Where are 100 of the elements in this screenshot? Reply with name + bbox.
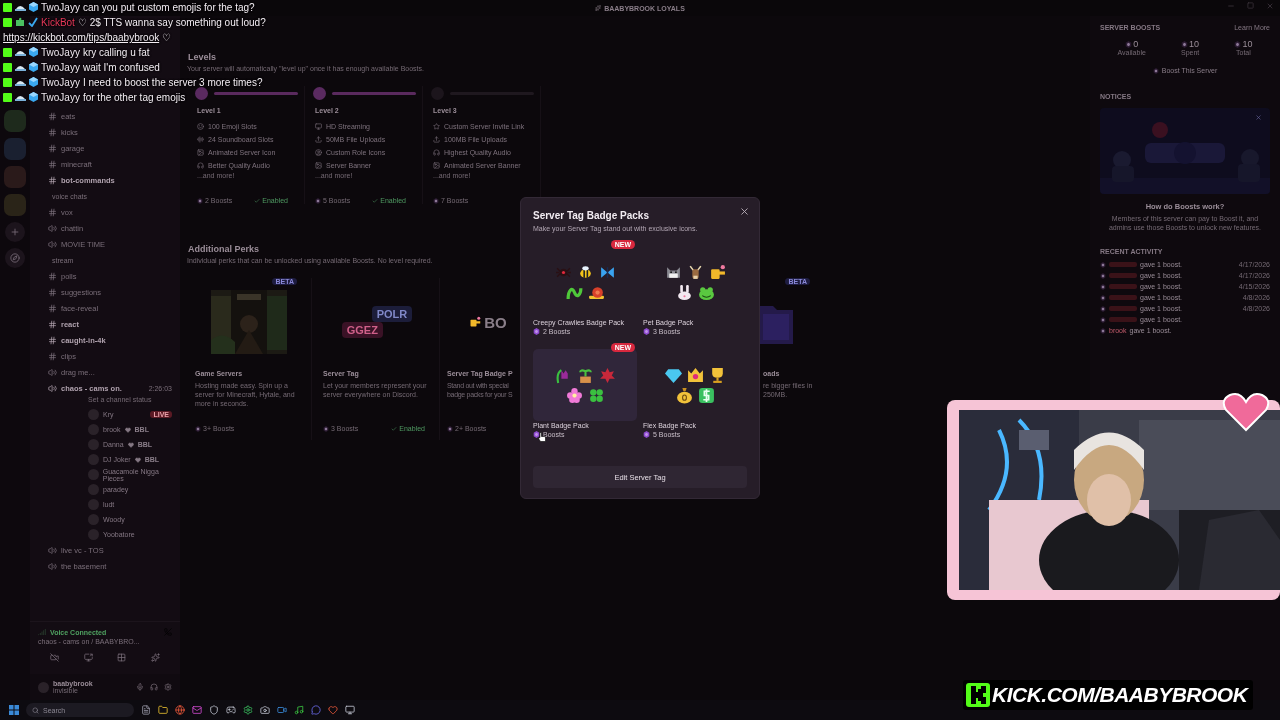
explore-button[interactable] xyxy=(5,248,25,268)
speaker-icon xyxy=(48,239,57,249)
boost-gem-icon xyxy=(1100,294,1106,301)
gamepad-icon[interactable] xyxy=(226,705,236,715)
hat-icon xyxy=(15,3,26,12)
shield-icon[interactable] xyxy=(209,705,219,715)
add-server-button[interactable] xyxy=(5,222,25,242)
cube-icon xyxy=(29,2,38,12)
heart-icon xyxy=(1222,392,1270,432)
headphones-icon xyxy=(433,149,440,156)
section-title: Additional Perks xyxy=(187,244,259,254)
image-icon xyxy=(197,149,204,156)
camera-icon[interactable] xyxy=(260,705,270,715)
boost-gem-icon xyxy=(433,197,439,204)
settings-icon[interactable] xyxy=(243,705,253,715)
camera-off-icon[interactable] xyxy=(50,653,60,662)
folder-icon[interactable] xyxy=(158,705,168,715)
music-icon[interactable] xyxy=(294,705,304,715)
sparkle-icon[interactable] xyxy=(150,653,160,662)
checkmark-icon xyxy=(28,17,38,27)
boost-gem-icon xyxy=(1152,67,1159,74)
heart-icon[interactable] xyxy=(328,705,338,715)
close-icon[interactable] xyxy=(1255,114,1262,121)
compass-icon xyxy=(10,253,20,263)
boost-gem-icon xyxy=(1100,272,1106,279)
video-icon[interactable] xyxy=(277,705,287,715)
monitor-icon[interactable] xyxy=(345,705,355,715)
redacted-name xyxy=(1109,317,1137,323)
mail-icon[interactable] xyxy=(192,705,202,715)
heart-icon xyxy=(134,456,141,463)
hash-icon xyxy=(48,111,57,121)
cube-icon xyxy=(29,77,38,87)
crown-icon xyxy=(686,366,704,384)
close-button[interactable] xyxy=(739,206,750,217)
headphones-icon xyxy=(197,162,204,169)
boost-gem-icon xyxy=(1100,283,1106,290)
chat-username: TwoJayy xyxy=(41,47,80,58)
hash-icon xyxy=(48,351,57,361)
hash-icon xyxy=(48,303,57,313)
server-tag: BO xyxy=(484,313,507,331)
bunny-icon xyxy=(675,283,693,301)
windows-icon[interactable] xyxy=(9,705,19,715)
chat-icon[interactable] xyxy=(311,705,321,715)
image-icon xyxy=(315,162,322,169)
sprout-icon xyxy=(576,366,594,384)
hash-icon xyxy=(48,335,57,345)
dollar-icon xyxy=(697,386,715,404)
redacted-name xyxy=(1109,284,1137,290)
redacted-name xyxy=(1109,262,1137,268)
boost-gem-icon xyxy=(195,425,201,432)
chat-username: TwoJayy xyxy=(41,62,80,73)
boost-gem-icon xyxy=(1100,261,1106,268)
heart-symbol: ♡ xyxy=(161,32,171,43)
money-bag-icon xyxy=(675,386,693,404)
hat-icon xyxy=(15,48,26,57)
redacted-name xyxy=(1109,273,1137,279)
search-icon xyxy=(32,706,39,714)
heart-icon xyxy=(127,441,134,448)
leaf-icon xyxy=(598,366,616,384)
boost-gem-icon xyxy=(447,425,453,432)
badge-pack-tile[interactable] xyxy=(533,349,637,421)
upload-icon xyxy=(433,136,440,143)
cube-icon xyxy=(29,92,38,102)
microphone-icon[interactable] xyxy=(136,683,144,691)
speaker-icon xyxy=(48,561,57,571)
plus-icon xyxy=(10,227,20,237)
section-title: Levels xyxy=(187,52,217,62)
chat-username: TwoJayy xyxy=(41,2,80,13)
file-icon[interactable] xyxy=(141,705,151,715)
server-tag: POLR xyxy=(371,306,413,322)
chat-username: TwoJayy xyxy=(41,92,80,103)
chat-link[interactable]: https://kickbot.com/tips/baabybrook xyxy=(3,32,160,43)
settings-icon[interactable] xyxy=(164,683,172,691)
hash-icon xyxy=(48,207,57,217)
stat-value: 10 xyxy=(1189,39,1200,49)
banner-text: KICK.COM/BAABYBROOK xyxy=(992,683,1248,707)
check-icon xyxy=(372,197,379,204)
activities-icon[interactable] xyxy=(117,653,127,662)
chat-message: wait I'm confused xyxy=(82,62,160,73)
dialog-title: Server Tag Badge Packs xyxy=(533,210,650,221)
boost-gem-icon xyxy=(643,431,650,438)
chat-message: ♡ 2$ TTS wanna say something out loud? xyxy=(77,17,266,28)
hash-icon xyxy=(48,287,57,297)
hash-icon xyxy=(48,159,57,169)
hand-icon xyxy=(708,263,726,281)
speaker-icon xyxy=(48,223,57,233)
screen-share-icon[interactable] xyxy=(83,653,93,662)
flower-icon xyxy=(565,386,583,404)
globe-icon[interactable] xyxy=(175,705,185,715)
chat-username: KickBot xyxy=(41,17,75,28)
sparkle-icon xyxy=(595,5,602,11)
kick-logo-icon xyxy=(966,683,990,707)
smile-icon xyxy=(197,123,204,130)
boost-gem-icon xyxy=(1100,327,1106,334)
sound-wave-icon xyxy=(197,136,204,143)
hat-icon xyxy=(15,78,26,87)
stat-value: 0 xyxy=(1133,39,1139,49)
speaker-icon xyxy=(48,545,57,555)
headphones-icon[interactable] xyxy=(150,683,158,691)
hash-icon xyxy=(48,271,57,281)
